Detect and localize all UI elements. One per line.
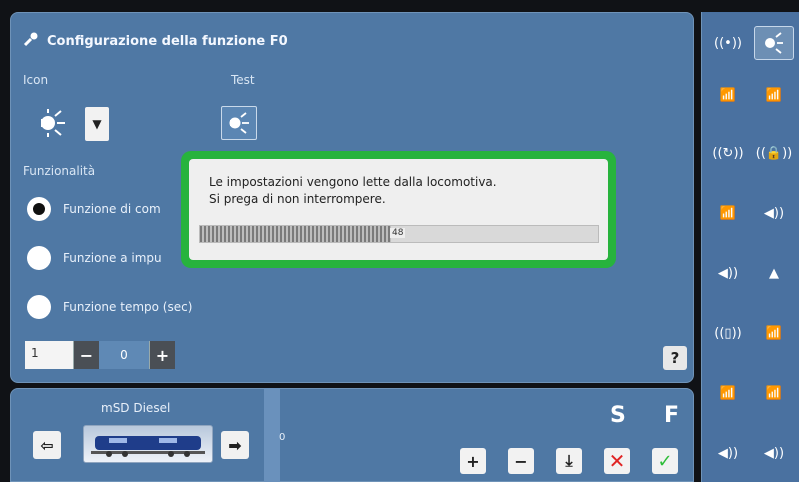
horn2-icon[interactable]: ◀)) — [754, 436, 794, 470]
person-icon[interactable]: ▲ — [754, 256, 794, 290]
panel-title-text: Configurazione della funzione F0 — [47, 33, 288, 49]
wrench-icon — [23, 31, 39, 51]
function-icon-sidebar: ((•)) 📶 📶 ((↻)) ((🔒)) 📶 ◀)) ◀)) ▲ ((▯)) … — [701, 12, 799, 482]
wifi-bell-icon[interactable]: 📶 — [708, 78, 748, 112]
reading-dialog: Le impostazioni vengono lette dalla loco… — [181, 151, 616, 268]
light-bulb-icon[interactable] — [754, 26, 794, 60]
panel-title: Configurazione della funzione F0 — [23, 31, 288, 51]
sound-door-icon[interactable]: ((▯)) — [708, 316, 748, 350]
progress-bar: 48 — [199, 225, 599, 243]
previous-loco-button[interactable]: ⇦ — [33, 431, 61, 459]
option-radio-0[interactable] — [27, 197, 51, 221]
option-label-2: Funzione tempo (sec) — [63, 300, 193, 314]
next-loco-button[interactable]: ➡ — [221, 431, 249, 459]
wifi-person-icon[interactable]: 📶 — [754, 376, 794, 410]
bulb-icon — [229, 112, 249, 134]
dialog-line-2: Si prega di non interrompere. — [209, 192, 386, 206]
bulb-icon — [41, 109, 65, 137]
download-button[interactable]: ⤓ — [556, 448, 582, 474]
help-button[interactable]: ? — [663, 346, 687, 370]
wifi-hand-icon[interactable]: 📶 — [708, 196, 748, 230]
icon-label: Icon — [23, 73, 49, 87]
test-label: Test — [231, 73, 255, 87]
function-icon-preview — [33, 106, 73, 140]
horn-icon[interactable]: ◀)) — [754, 196, 794, 230]
funzionalita-label: Funzionalità — [23, 164, 96, 178]
loco-panel: mSD Diesel ⇦ ➡ — [10, 388, 694, 482]
progress-fill — [200, 226, 392, 242]
wifi-track-icon[interactable]: 📶 — [708, 376, 748, 410]
increment-button[interactable]: + — [149, 341, 175, 369]
speed-value: 0 — [279, 432, 286, 443]
dialog-message: Le impostazioni vengono lette dalla loco… — [209, 174, 497, 208]
stepper-middle-value: 0 — [99, 341, 149, 369]
loco-name: mSD Diesel — [101, 401, 171, 415]
download-icon: ⤓ — [565, 451, 573, 470]
add-function-button[interactable]: + — [460, 448, 486, 474]
check-icon: ✓ — [657, 450, 673, 472]
speed-slider[interactable] — [264, 388, 280, 482]
option-radio-1[interactable] — [27, 246, 51, 270]
stepper-value[interactable]: 1 — [25, 341, 73, 369]
loco-image[interactable] — [83, 425, 213, 463]
s-label: S — [610, 403, 626, 428]
dialog-body: Le impostazioni vengono lette dalla loco… — [189, 159, 608, 260]
test-button[interactable] — [221, 106, 257, 140]
sound-lock-icon[interactable]: ((🔒)) — [754, 136, 794, 170]
locomotive-icon — [91, 436, 205, 457]
decrement-button[interactable]: − — [73, 341, 99, 369]
cancel-button[interactable]: ✕ — [604, 448, 630, 474]
option-label-1: Funzione a impu — [63, 251, 162, 265]
remove-function-button[interactable]: − — [508, 448, 534, 474]
sound-antenna-icon[interactable]: ((•)) — [708, 26, 748, 60]
progress-tag: 48 — [390, 228, 406, 238]
plus-icon: + — [466, 451, 480, 471]
option-label-0: Funzione di com — [63, 202, 161, 216]
wifi-cabin-icon[interactable]: 📶 — [754, 316, 794, 350]
speaker-icon[interactable]: ◀)) — [708, 256, 748, 290]
icon-dropdown[interactable]: ▼ — [85, 107, 109, 141]
time-stepper: 1 − 0 + — [25, 341, 175, 369]
option-radio-2[interactable] — [27, 295, 51, 319]
close-icon: ✕ — [608, 449, 626, 473]
loud-speaker-icon[interactable]: ◀)) — [708, 436, 748, 470]
app-window: Configurazione della funzione F0 Icon Te… — [0, 0, 799, 482]
f-label: F — [664, 403, 680, 428]
confirm-button[interactable]: ✓ — [652, 448, 678, 474]
chevron-down-icon: ▼ — [92, 117, 102, 131]
dialog-line-1: Le impostazioni vengono lette dalla loco… — [209, 175, 497, 189]
wifi-coupler-icon[interactable]: 📶 — [754, 78, 794, 112]
sound-recycle-icon[interactable]: ((↻)) — [708, 136, 748, 170]
minus-icon: − — [514, 451, 528, 471]
